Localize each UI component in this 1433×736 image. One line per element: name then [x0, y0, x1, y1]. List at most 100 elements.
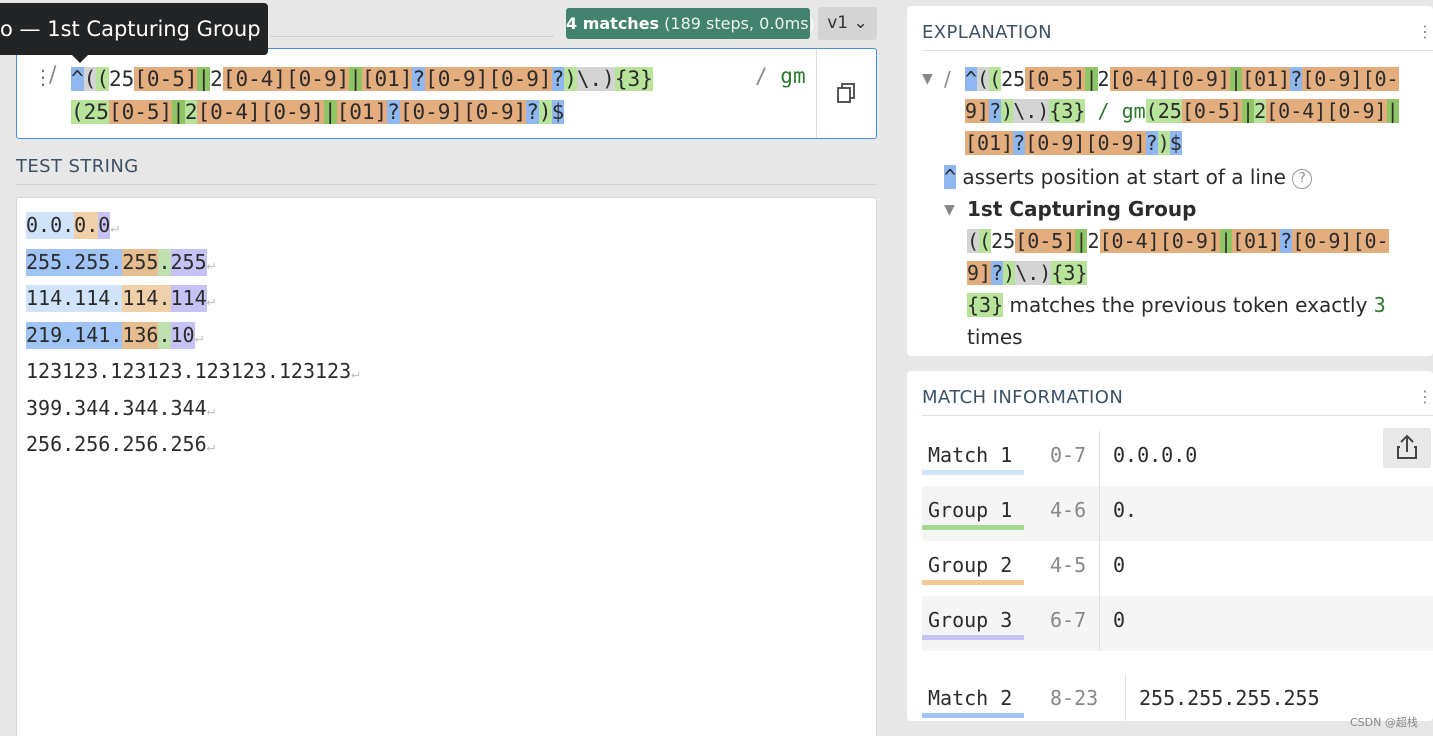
regex-token[interactable]: [0-9] [286, 67, 350, 91]
collapse-group-triangle-icon[interactable]: ▼ [944, 194, 955, 226]
regex-token[interactable]: [0-9] [1326, 99, 1387, 123]
regex-token[interactable]: {3} [1051, 261, 1088, 285]
regex-token[interactable]: [0-9] [1292, 229, 1353, 253]
copy-regex-button[interactable] [816, 49, 877, 138]
regex-token[interactable]: [01] [361, 67, 413, 91]
regex-token[interactable]: [0-5] [1181, 99, 1243, 123]
regex-token[interactable]: ? [1145, 131, 1158, 155]
regex-token[interactable]: [0-9] [1085, 131, 1146, 155]
match-row[interactable]: Group 1 4-6 0. [922, 486, 1433, 541]
regex-token[interactable]: \. [1013, 99, 1038, 123]
regex-token[interactable]: ? [1013, 131, 1026, 155]
regex-token[interactable]: ) [1001, 99, 1014, 123]
regex-token[interactable]: ? [551, 67, 565, 91]
regex-token[interactable]: 25 [108, 67, 135, 91]
regex-token[interactable]: [01] [1242, 67, 1291, 91]
match-row[interactable]: Group 3 6-7 0 [922, 596, 1433, 651]
regex-token[interactable]: [0-5] [108, 100, 173, 124]
regex-token[interactable]: 25 [1157, 99, 1182, 123]
regex-token[interactable]: ) [1037, 99, 1050, 123]
regex-token[interactable]: [0-9] [488, 67, 552, 91]
regex-token[interactable]: \. [1015, 261, 1040, 285]
regex-token[interactable]: ( [967, 229, 980, 253]
regex-token[interactable]: ( [83, 67, 97, 91]
regex-token[interactable]: | [1219, 229, 1232, 253]
match-row[interactable]: Group 2 4-5 0 [922, 541, 1433, 596]
regex-token[interactable]: [0-5] [1025, 67, 1086, 91]
regex-token[interactable]: ? [1280, 229, 1293, 253]
regex-token[interactable]: 2 [184, 100, 198, 124]
regex-token[interactable]: ( [1145, 99, 1158, 123]
regex-token[interactable]: {3} [614, 67, 653, 91]
regex-token[interactable]: | [1075, 229, 1088, 253]
regex-token[interactable]: ) [1157, 131, 1170, 155]
regex-token[interactable]: 25 [991, 229, 1016, 253]
regex-token[interactable]: 25 [83, 100, 109, 124]
regex-token[interactable]: [0-5] [1015, 229, 1076, 253]
test-string-editor[interactable]: 0.0.0.0↵ 255.255.255.255↵ 114.114.114.114↵… [16, 197, 877, 736]
regex-token[interactable]: ( [979, 229, 992, 253]
panel-menu-icon[interactable]: ⋮ [1417, 387, 1433, 406]
regex-token[interactable]: ? [989, 99, 1002, 123]
help-icon[interactable]: ? [1292, 169, 1313, 189]
regex-token[interactable]: ? [1290, 67, 1303, 91]
regex-token[interactable]: ? [387, 100, 400, 124]
regex-token[interactable]: ^ [965, 67, 978, 91]
regex-token[interactable]: [0-9] [1302, 67, 1363, 91]
regex-token[interactable]: ? [412, 67, 426, 91]
regex-token[interactable]: [0-4] [222, 67, 287, 91]
regex-token[interactable]: ( [989, 67, 1002, 91]
regex-input[interactable]: ⋮ / ^((25[0-5]|2[0-4][0-9]|[01]?[0-9][0-… [16, 48, 877, 139]
regex-token[interactable]: 2 [210, 67, 223, 91]
regex-token[interactable]: ^ [71, 67, 84, 91]
regex-token[interactable]: {3} [1049, 99, 1086, 123]
regex-token[interactable]: [01] [1231, 229, 1281, 253]
regex-token[interactable]: 2 [1254, 99, 1267, 123]
regex-token[interactable]: 25 [1001, 67, 1026, 91]
regex-token[interactable]: [0-4] [1266, 99, 1327, 123]
regex-token[interactable]: [0-9] [1169, 67, 1230, 91]
regex-token[interactable]: $ [1169, 131, 1182, 155]
regex-token[interactable]: [0-5] [134, 67, 198, 91]
regex-token[interactable]: [0-9] [463, 100, 527, 124]
regex-token[interactable]: | [323, 100, 337, 124]
regex-token[interactable]: [0-9] [1025, 131, 1086, 155]
regex-token[interactable]: | [349, 67, 362, 91]
regex-token[interactable]: ? [526, 100, 539, 124]
regex-token[interactable]: [0-4] [1109, 67, 1170, 91]
regex-token[interactable]: ) [1039, 261, 1052, 285]
regex-token[interactable]: | [1229, 67, 1243, 91]
regex-token[interactable]: | [1085, 67, 1098, 91]
export-button[interactable] [1383, 428, 1431, 468]
regex-token[interactable]: [01] [965, 131, 1014, 155]
match-row[interactable]: Match 1 0-7 0.0.0.0 [922, 431, 1433, 486]
regex-token[interactable]: ) [602, 67, 615, 91]
regex-token[interactable]: | [172, 100, 185, 124]
regex-token[interactable]: $ [551, 100, 565, 124]
regex-token[interactable]: [0-9] [425, 67, 489, 91]
regex-expression[interactable]: ^((25[0-5]|2[0-4][0-9]|[01]?[0-9][0-9]?)… [71, 63, 653, 129]
regex-token[interactable]: 2 [1087, 229, 1100, 253]
regex-token[interactable]: ) [1003, 261, 1016, 285]
regex-token[interactable]: [01] [336, 100, 388, 124]
regex-token[interactable]: [0-9] [399, 100, 464, 124]
regex-token[interactable]: 2 [1097, 67, 1110, 91]
regex-token[interactable]: | [197, 67, 211, 91]
regex-token[interactable]: | [1386, 99, 1399, 123]
regex-token[interactable]: [0-9] [1159, 229, 1220, 253]
regex-token[interactable]: ) [538, 100, 552, 124]
regex-token[interactable]: ? [991, 261, 1004, 285]
panel-menu-icon[interactable]: ⋮ [1417, 22, 1433, 41]
regex-token[interactable]: ( [977, 67, 990, 91]
regex-token[interactable]: ( [71, 100, 84, 124]
regex-flags[interactable]: / gm [755, 64, 806, 88]
regex-token[interactable]: [0-4] [1099, 229, 1160, 253]
regex-token[interactable]: ( [96, 67, 109, 91]
regex-token[interactable]: \. [576, 67, 603, 91]
collapse-triangle-icon[interactable]: ▼ [922, 63, 933, 95]
regex-token[interactable]: ) [564, 67, 577, 91]
regex-token[interactable]: [0-9] [260, 100, 324, 124]
regex-token[interactable]: | [1242, 99, 1255, 123]
regex-token[interactable]: [0-4] [197, 100, 261, 124]
version-dropdown[interactable]: v1 ⌄ [818, 7, 877, 40]
